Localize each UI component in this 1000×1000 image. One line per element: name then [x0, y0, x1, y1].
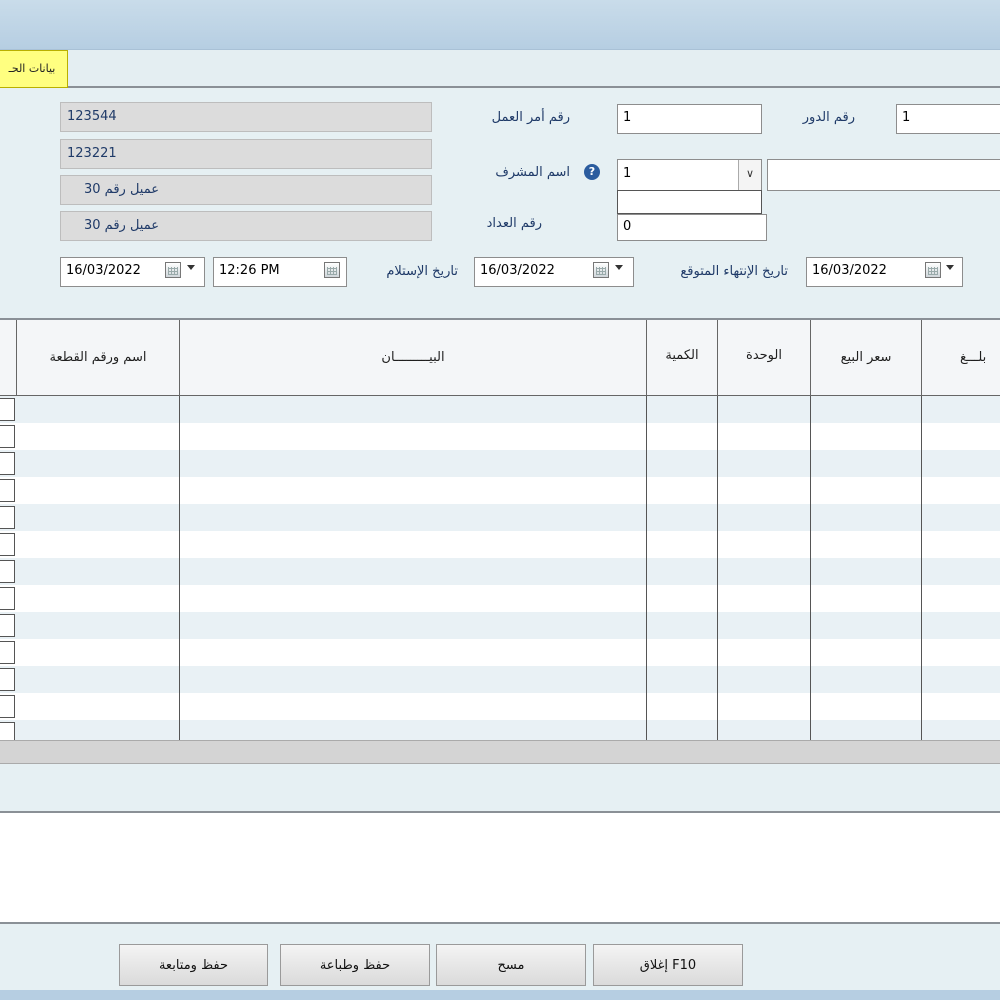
column-divider — [646, 396, 647, 740]
table-row[interactable] — [0, 396, 1000, 423]
calendar-icon[interactable] — [593, 262, 609, 278]
column-header-sale-price[interactable]: سعر البيع — [811, 320, 922, 396]
save-continue-button[interactable]: حفظ ومتابعة — [119, 944, 268, 986]
horizontal-scrollbar[interactable] — [0, 740, 1000, 764]
counter-label: رقم العداد — [486, 216, 542, 231]
table-row[interactable] — [0, 477, 1000, 504]
table-row[interactable] — [0, 423, 1000, 450]
tab-strip — [0, 50, 1000, 88]
column-divider — [921, 396, 922, 740]
table-row[interactable] — [0, 450, 1000, 477]
table-row[interactable] — [0, 720, 1000, 740]
column-header-quantity[interactable]: الكمية — [647, 320, 718, 396]
row-selector[interactable] — [0, 560, 15, 583]
calendar-icon[interactable] — [324, 262, 340, 278]
column-divider — [810, 396, 811, 740]
dropdown-arrow-icon[interactable] — [187, 265, 195, 270]
work-order-input[interactable]: 1 — [617, 104, 762, 134]
tab-data[interactable]: بيانات الحـ — [0, 50, 68, 88]
customer-field-1: 123544 — [60, 102, 432, 132]
notes-area[interactable] — [0, 813, 1000, 922]
row-selector[interactable] — [0, 533, 15, 556]
row-header-column — [0, 320, 17, 396]
supervisor-select[interactable]: 1 ∨ — [617, 159, 762, 191]
column-header-description[interactable]: البيـــــــــان — [180, 320, 647, 396]
title-bar — [0, 0, 1000, 50]
table-row[interactable] — [0, 558, 1000, 585]
row-selector[interactable] — [0, 641, 15, 664]
supervisor-label: اسم المشرف — [495, 165, 570, 180]
calendar-icon[interactable] — [925, 262, 941, 278]
calendar-icon[interactable] — [165, 262, 181, 278]
row-selector[interactable] — [0, 695, 15, 718]
row-selector[interactable] — [0, 614, 15, 637]
row-selector[interactable] — [0, 506, 15, 529]
dropdown-arrow-icon[interactable] — [615, 265, 623, 270]
supervisor-dropdown-list[interactable] — [617, 190, 762, 214]
separator — [0, 922, 1000, 924]
column-divider — [179, 396, 180, 740]
dropdown-arrow-icon[interactable] — [946, 265, 954, 270]
row-selector[interactable] — [0, 425, 15, 448]
expected-end-date-picker[interactable]: 16/03/2022 — [474, 257, 634, 287]
customer-field-4: عميل رقم 30 — [60, 211, 432, 241]
save-print-button[interactable]: حفظ وطباعة — [280, 944, 430, 986]
table-row[interactable] — [0, 666, 1000, 693]
column-divider — [717, 396, 718, 740]
column-header-part[interactable]: اسم ورقم القطعة — [17, 320, 180, 396]
bottom-bar — [0, 990, 1000, 1000]
row-selector[interactable] — [0, 722, 15, 740]
items-grid[interactable]: اسم ورقم القطعة البيـــــــــان الكمية ا… — [0, 320, 1000, 740]
receive-time-value: 12:26 PM — [219, 263, 280, 278]
supervisor-select-value: 1 — [623, 166, 632, 181]
row-selector[interactable] — [0, 668, 15, 691]
third-date-value: 16/03/2022 — [812, 263, 887, 278]
row-selector[interactable] — [0, 452, 15, 475]
receive-date-picker[interactable]: 16/03/2022 — [60, 257, 205, 287]
receive-time-picker[interactable]: 12:26 PM — [213, 257, 347, 287]
table-row[interactable] — [0, 639, 1000, 666]
counter-input[interactable]: 0 — [617, 214, 767, 241]
row-selector[interactable] — [0, 587, 15, 610]
clear-button[interactable]: مسح — [436, 944, 586, 986]
expected-end-date-value: 16/03/2022 — [480, 263, 555, 278]
turn-number-label: رقم الدور — [802, 110, 855, 125]
column-header-unit[interactable]: الوحدة — [718, 320, 811, 396]
customer-field-2: 123221 — [60, 139, 432, 169]
expected-end-date-label: تاريخ الإنتهاء المتوقع — [680, 264, 788, 279]
receive-date-value: 16/03/2022 — [66, 263, 141, 278]
table-row[interactable] — [0, 531, 1000, 558]
row-selector[interactable] — [0, 479, 15, 502]
table-row[interactable] — [0, 504, 1000, 531]
receive-date-label: تاريخ الإستلام — [386, 264, 458, 279]
third-date-picker[interactable]: 16/03/2022 — [806, 257, 963, 287]
table-row[interactable] — [0, 693, 1000, 720]
chevron-down-icon[interactable]: ∨ — [738, 160, 761, 190]
work-order-label: رقم أمر العمل — [491, 110, 570, 125]
close-button[interactable]: F10 إغلاق — [593, 944, 743, 986]
row-selector[interactable] — [0, 398, 15, 421]
customer-field-3: عميل رقم 30 — [60, 175, 432, 205]
table-row[interactable] — [0, 612, 1000, 639]
help-icon[interactable]: ? — [584, 164, 600, 180]
turn-number-input[interactable]: 1 — [896, 104, 1000, 134]
supervisor-name-field[interactable] — [767, 159, 1000, 191]
table-row[interactable] — [0, 585, 1000, 612]
column-header-amount[interactable]: بلـــغ — [922, 320, 1000, 396]
